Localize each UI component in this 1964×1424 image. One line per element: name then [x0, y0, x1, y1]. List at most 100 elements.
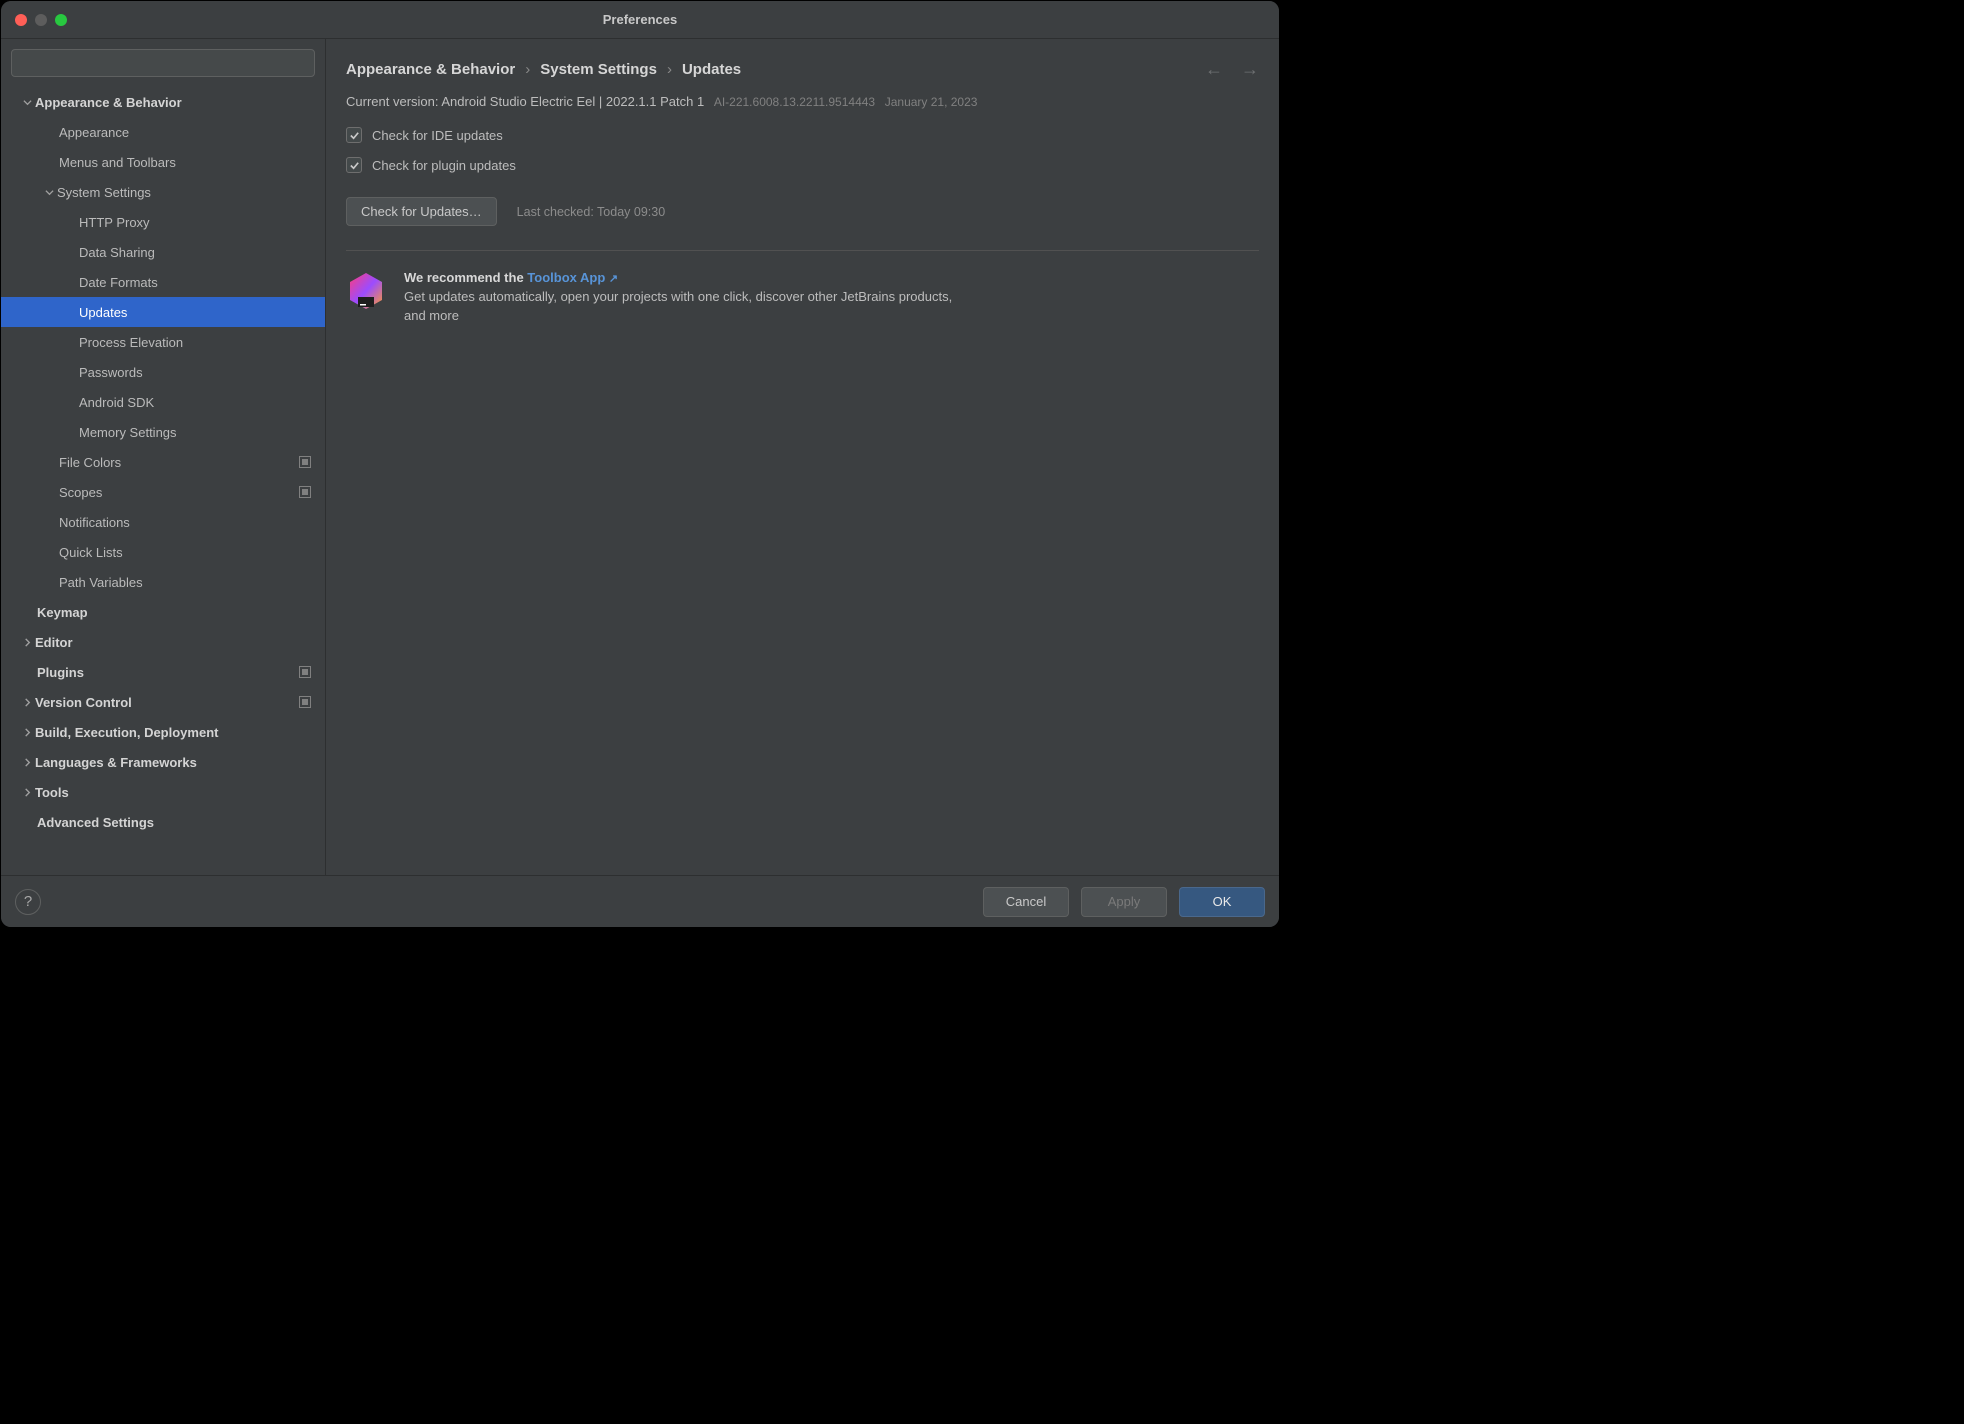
tree-path-variables[interactable]: Path Variables: [1, 567, 325, 597]
tree-label: Advanced Settings: [37, 815, 154, 830]
promo-prefix: We recommend the: [404, 270, 527, 285]
tree-label: Build, Execution, Deployment: [35, 725, 218, 740]
chevron-down-icon: [19, 98, 35, 107]
tree-version-control[interactable]: Version Control: [1, 687, 325, 717]
last-checked-label: Last checked: Today 09:30: [517, 205, 666, 219]
version-value: Android Studio Electric Eel | 2022.1.1 P…: [441, 94, 704, 109]
tree-languages[interactable]: Languages & Frameworks: [1, 747, 325, 777]
tree-label: Languages & Frameworks: [35, 755, 197, 770]
tree-label: Menus and Toolbars: [59, 155, 176, 170]
tree-date-formats[interactable]: Date Formats: [1, 267, 325, 297]
tree-label: Passwords: [79, 365, 143, 380]
tree-appearance[interactable]: Appearance: [1, 117, 325, 147]
external-link-icon: ↗: [609, 273, 618, 285]
tree-notifications[interactable]: Notifications: [1, 507, 325, 537]
tree-process-elevation[interactable]: Process Elevation: [1, 327, 325, 357]
search-input[interactable]: [11, 49, 315, 77]
tree-label: Keymap: [37, 605, 88, 620]
check-ide-updates-label: Check for IDE updates: [372, 128, 503, 143]
tree-passwords[interactable]: Passwords: [1, 357, 325, 387]
tree-system-settings[interactable]: System Settings: [1, 177, 325, 207]
version-date: January 21, 2023: [885, 95, 978, 109]
check-ide-updates-checkbox[interactable]: [346, 127, 362, 143]
tree-label: Editor: [35, 635, 73, 650]
content-panel: Appearance & Behavior › System Settings …: [326, 39, 1279, 875]
check-plugin-updates-checkbox[interactable]: [346, 157, 362, 173]
tree-scopes[interactable]: Scopes: [1, 477, 325, 507]
tree-label: Appearance: [59, 125, 129, 140]
tree-data-sharing[interactable]: Data Sharing: [1, 237, 325, 267]
crumb-system-settings[interactable]: System Settings: [540, 61, 657, 78]
project-level-icon: [299, 666, 311, 678]
close-icon[interactable]: [15, 14, 27, 26]
tree-label: Quick Lists: [59, 545, 123, 560]
minimize-icon[interactable]: [35, 14, 47, 26]
check-for-updates-button[interactable]: Check for Updates…: [346, 197, 497, 226]
project-level-icon: [299, 486, 311, 498]
chevron-down-icon: [41, 188, 57, 197]
chevron-right-icon: ›: [525, 61, 530, 78]
tree-android-sdk[interactable]: Android SDK: [1, 387, 325, 417]
tree-file-colors[interactable]: File Colors: [1, 447, 325, 477]
chevron-right-icon: [19, 638, 35, 647]
tree-label: Data Sharing: [79, 245, 155, 260]
tree-label: Notifications: [59, 515, 130, 530]
crumb-appearance-behavior[interactable]: Appearance & Behavior: [346, 61, 515, 78]
tree-appearance-behavior[interactable]: Appearance & Behavior: [1, 87, 325, 117]
tree-label: Scopes: [59, 485, 102, 500]
tree-keymap[interactable]: Keymap: [1, 597, 325, 627]
chevron-right-icon: [19, 788, 35, 797]
version-build: AI-221.6008.13.2211.9514443: [714, 95, 875, 109]
tree-label: Date Formats: [79, 275, 158, 290]
tree-updates[interactable]: Updates: [1, 297, 325, 327]
tree-http-proxy[interactable]: HTTP Proxy: [1, 207, 325, 237]
tree-label: Path Variables: [59, 575, 143, 590]
tree-editor[interactable]: Editor: [1, 627, 325, 657]
window-title: Preferences: [1, 12, 1279, 27]
project-level-icon: [299, 696, 311, 708]
tree-label: Updates: [79, 305, 127, 320]
tree-build[interactable]: Build, Execution, Deployment: [1, 717, 325, 747]
tree-label: Plugins: [37, 665, 84, 680]
footer: ? Cancel Apply OK: [1, 875, 1279, 927]
tree-label: Android SDK: [79, 395, 154, 410]
tree-plugins[interactable]: Plugins: [1, 657, 325, 687]
toolbox-app-link[interactable]: Toolbox App: [527, 270, 605, 285]
help-button[interactable]: ?: [15, 889, 41, 915]
tree-label: Version Control: [35, 695, 132, 710]
breadcrumb: Appearance & Behavior › System Settings …: [346, 61, 741, 78]
tree-label: Tools: [35, 785, 69, 800]
back-icon[interactable]: ←: [1205, 59, 1223, 80]
chevron-right-icon: ›: [667, 61, 672, 78]
cancel-button[interactable]: Cancel: [983, 887, 1069, 917]
promo-body: Get updates automatically, open your pro…: [404, 289, 952, 323]
settings-tree[interactable]: Appearance & Behavior Appearance Menus a…: [1, 85, 325, 875]
tree-tools[interactable]: Tools: [1, 777, 325, 807]
version-label: Current version:: [346, 94, 438, 109]
tree-advanced[interactable]: Advanced Settings: [1, 807, 325, 837]
project-level-icon: [299, 456, 311, 468]
sidebar: Appearance & Behavior Appearance Menus a…: [1, 39, 326, 875]
crumb-updates: Updates: [682, 61, 741, 78]
preferences-window: Preferences Appear: [1, 1, 1279, 927]
tree-label: Memory Settings: [79, 425, 177, 440]
tree-label: System Settings: [57, 185, 151, 200]
tree-label: Appearance & Behavior: [35, 95, 182, 110]
maximize-icon[interactable]: [55, 14, 67, 26]
titlebar: Preferences: [1, 1, 1279, 39]
current-version: Current version: Android Studio Electric…: [326, 80, 1279, 109]
traffic-lights: [15, 14, 67, 26]
apply-button[interactable]: Apply: [1081, 887, 1167, 917]
tree-label: File Colors: [59, 455, 121, 470]
forward-icon[interactable]: →: [1241, 59, 1259, 80]
check-plugin-updates-label: Check for plugin updates: [372, 158, 516, 173]
tree-menus-toolbars[interactable]: Menus and Toolbars: [1, 147, 325, 177]
tree-label: Process Elevation: [79, 335, 183, 350]
tree-label: HTTP Proxy: [79, 215, 150, 230]
toolbox-app-icon: [346, 271, 386, 311]
tree-memory-settings[interactable]: Memory Settings: [1, 417, 325, 447]
chevron-right-icon: [19, 728, 35, 737]
chevron-right-icon: [19, 698, 35, 707]
ok-button[interactable]: OK: [1179, 887, 1265, 917]
tree-quick-lists[interactable]: Quick Lists: [1, 537, 325, 567]
